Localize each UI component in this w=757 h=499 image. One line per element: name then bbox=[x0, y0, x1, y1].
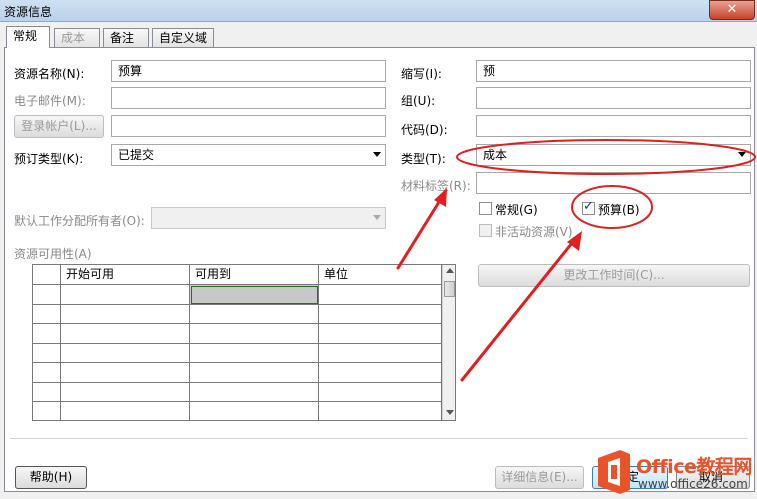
annotation-overlay bbox=[396, 139, 756, 382]
office-logo-icon bbox=[598, 450, 630, 494]
annotation-arrow-budget bbox=[460, 236, 578, 382]
watermark: Office教程网 www.office26.com bbox=[590, 450, 755, 496]
annotation-ellipse-budget bbox=[571, 185, 653, 229]
tab-general[interactable]: 常规 bbox=[6, 26, 50, 48]
annotation-arrow-material bbox=[396, 192, 446, 270]
watermark-brand: Office教程网 bbox=[636, 456, 752, 478]
watermark-url: www.office26.com bbox=[638, 477, 748, 491]
annotation-ellipse-type bbox=[456, 139, 756, 175]
